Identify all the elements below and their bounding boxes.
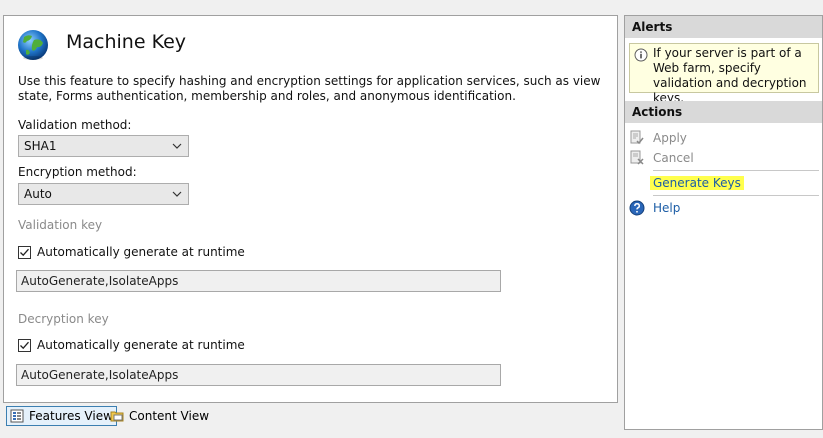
validation-auto-generate-row[interactable]: Automatically generate at runtime [18, 245, 245, 259]
info-icon [634, 48, 648, 62]
alert-text: If your server is part of a Web farm, sp… [653, 46, 807, 105]
actions-pane: Alerts If your server is part of a Web f… [624, 15, 823, 430]
apply-label: Apply [653, 131, 687, 145]
validation-auto-generate-label: Automatically generate at runtime [37, 245, 245, 259]
cancel-action[interactable]: Cancel [629, 149, 694, 167]
alerts-header: Alerts [625, 16, 822, 38]
alert-message-box: If your server is part of a Web farm, sp… [629, 43, 819, 105]
content-view-icon [110, 411, 124, 422]
help-action[interactable]: Help [629, 199, 680, 217]
validation-auto-generate-checkbox[interactable] [18, 245, 31, 259]
checkmark-icon [20, 248, 29, 256]
decryption-key-label: Decryption key [18, 312, 109, 326]
generate-keys-action[interactable]: Generate Keys [650, 174, 744, 192]
features-view-icon [10, 409, 24, 423]
actions-divider [653, 195, 819, 196]
encryption-method-value: Auto [24, 187, 52, 201]
checkmark-icon [20, 341, 29, 349]
actions-header: Actions [625, 101, 822, 123]
validation-key-label: Validation key [18, 218, 103, 232]
cancel-icon [630, 150, 644, 165]
decryption-auto-generate-label: Automatically generate at runtime [37, 338, 245, 352]
globe-icon [18, 30, 48, 60]
chevron-down-icon [172, 143, 182, 149]
page-title: Machine Key [66, 31, 187, 53]
feature-panel: Machine Key Use this feature to specify … [3, 15, 618, 403]
features-view-label: Features View [29, 409, 113, 423]
generate-keys-label: Generate Keys [650, 176, 744, 190]
help-icon [629, 200, 645, 216]
decryption-key-field[interactable]: AutoGenerate,IsolateApps [16, 364, 501, 386]
help-label: Help [653, 201, 681, 215]
validation-method-select[interactable]: SHA1 [18, 135, 189, 157]
content-view-label: Content View [129, 409, 210, 423]
content-view-button[interactable]: Content View [107, 406, 212, 426]
apply-icon [630, 130, 644, 145]
features-view-button[interactable]: Features View [6, 406, 117, 426]
actions-divider [653, 170, 819, 171]
decryption-auto-generate-checkbox[interactable] [18, 338, 31, 352]
encryption-method-label: Encryption method: [18, 165, 137, 179]
cancel-label: Cancel [653, 151, 694, 165]
validation-key-field[interactable]: AutoGenerate,IsolateApps [16, 270, 501, 292]
view-switcher: Features View Content View [3, 403, 618, 429]
validation-method-value: SHA1 [24, 139, 57, 153]
validation-method-label: Validation method: [18, 118, 132, 132]
chevron-down-icon [172, 191, 182, 197]
feature-description: Use this feature to specify hashing and … [18, 74, 601, 103]
decryption-auto-generate-row[interactable]: Automatically generate at runtime [18, 338, 245, 352]
encryption-method-select[interactable]: Auto [18, 183, 189, 205]
apply-action[interactable]: Apply [629, 129, 687, 147]
